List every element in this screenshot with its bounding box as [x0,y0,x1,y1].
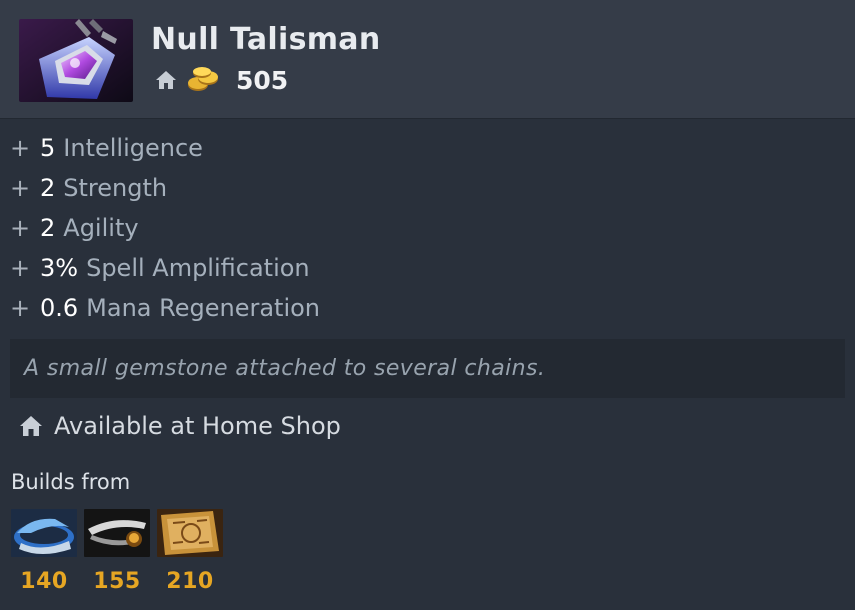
lore-text: A small gemstone attached to several cha… [24,356,546,381]
stat-plus: + [10,214,31,242]
stat-name: Spell Amplification [86,254,310,282]
stat-plus: + [10,134,31,162]
stat-row: + 5 Intelligence [10,128,320,168]
stat-row: + 2 Strength [10,168,320,208]
null-talisman-icon [19,19,133,102]
stat-value: 2 [40,214,56,242]
stat-name: Agility [63,214,139,242]
component-cost: 140 [20,569,68,594]
lore-box: A small gemstone attached to several cha… [10,339,845,398]
recipe-scroll-icon[interactable] [157,509,223,557]
component-cost: 155 [93,569,141,594]
component-circlet[interactable]: 140 [11,509,77,594]
item-name: Null Talisman [151,22,381,57]
stat-value: 5 [40,134,56,162]
item-cost: 505 [155,63,288,97]
component-cost: 210 [166,569,214,594]
ring-icon[interactable] [84,509,150,557]
builds-from-label: Builds from [11,470,131,494]
stat-row: + 3% Spell Amplification [10,248,320,288]
shop-availability-text: Available at Home Shop [54,412,341,440]
stat-row: + 0.6 Mana Regeneration [10,288,320,328]
item-stats: + 5 Intelligence + 2 Strength + 2 Agilit… [10,128,320,328]
item-cost-value: 505 [236,65,289,95]
circlet-icon[interactable] [11,509,77,557]
stat-plus: + [10,294,31,322]
item-header: Null Talisman 505 [0,0,855,119]
stat-name: Mana Regeneration [86,294,321,322]
stat-plus: + [10,174,31,202]
stat-plus: + [10,254,31,282]
shop-availability: Available at Home Shop [19,408,341,444]
stat-name: Intelligence [63,134,203,162]
stat-value: 2 [40,174,56,202]
stat-value: 3% [40,254,79,282]
home-shop-icon [156,71,176,89]
component-ring[interactable]: 155 [84,509,150,594]
stat-name: Strength [63,174,168,202]
gold-coins-icon [188,67,218,91]
stat-row: + 2 Agility [10,208,320,248]
home-shop-icon [20,416,42,436]
stat-value: 0.6 [40,294,79,322]
component-recipe[interactable]: 210 [157,509,223,594]
